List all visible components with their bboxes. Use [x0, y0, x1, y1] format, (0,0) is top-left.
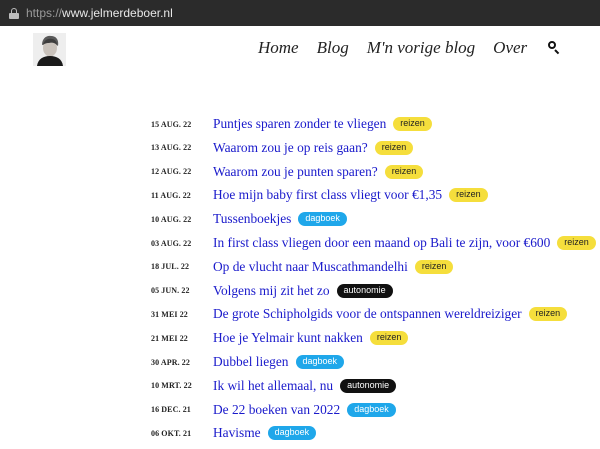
post-date: 21 MEI 22: [151, 333, 188, 343]
post-date: 18 JUL. 22: [151, 262, 190, 272]
tag-dagboek[interactable]: dagboek: [267, 426, 317, 441]
tag-autonomie[interactable]: autonomie: [336, 283, 393, 298]
post-title[interactable]: Waarom zou je punten sparen?: [213, 164, 378, 179]
tag-dagboek[interactable]: dagboek: [347, 402, 396, 417]
post-date: 15 AUG. 22: [151, 119, 192, 129]
tag-reizen[interactable]: reizen: [369, 331, 409, 346]
post-title[interactable]: Hoe je Yelmair kunt nakken: [213, 330, 363, 345]
avatar[interactable]: [33, 33, 66, 66]
search-icon[interactable]: [547, 40, 563, 56]
post-title[interactable]: De grote Schipholgids voor de ontspannen…: [213, 306, 522, 321]
post-date: 31 MEI 22: [151, 309, 188, 319]
tag-autonomie[interactable]: autonomie: [340, 378, 397, 393]
browser-address-bar[interactable]: https:// www.jelmerdeboer.nl: [0, 0, 600, 26]
post-date: 11 AUG. 22: [151, 190, 191, 200]
post-date: 30 APR. 22: [151, 357, 190, 367]
post-title[interactable]: Hoe mijn baby first class vliegt voor €1…: [213, 187, 442, 202]
tag-reizen[interactable]: reizen: [449, 188, 488, 203]
nav-home[interactable]: Home: [258, 38, 299, 58]
url-scheme: https://: [26, 6, 63, 20]
post-date: 10 MRT. 22: [151, 381, 192, 391]
post-title[interactable]: Puntjes sparen zonder te vliegen: [213, 116, 386, 131]
post-title[interactable]: Volgens mij zit het zo: [213, 283, 330, 298]
post-title[interactable]: Waarom zou je op reis gaan?: [213, 140, 368, 155]
lock-icon: [9, 7, 19, 19]
post-title[interactable]: Op de vlucht naar Muscathmandelhi: [213, 259, 408, 274]
post-date: 03 AUG. 22: [151, 238, 192, 248]
post-title[interactable]: De 22 boeken van 2022: [213, 402, 340, 417]
tag-reizen[interactable]: reizen: [393, 117, 432, 131]
post-date: 12 AUG. 22: [151, 167, 192, 177]
nav-blog[interactable]: Blog: [317, 38, 349, 58]
post-title[interactable]: In first class vliegen door een maand op…: [213, 235, 550, 250]
main-nav: Home Blog M'n vorige blog Over: [258, 38, 563, 58]
tag-reizen[interactable]: reizen: [374, 140, 414, 155]
post-title[interactable]: Ik wil het allemaal, nu: [213, 378, 333, 393]
post-title[interactable]: Dubbel liegen: [213, 354, 289, 369]
post-date: 06 OKT. 21: [151, 428, 192, 438]
site-header: Home Blog M'n vorige blog Over: [0, 26, 600, 76]
post-date: 10 AUG. 22: [151, 214, 192, 224]
nav-over[interactable]: Over: [493, 38, 527, 58]
post-title[interactable]: Tussenboekjes: [213, 211, 291, 226]
tag-reizen[interactable]: reizen: [414, 259, 454, 274]
tag-dagboek[interactable]: dagboek: [298, 212, 347, 227]
post-date: 13 AUG. 22: [151, 143, 192, 153]
url-host: www.jelmerdeboer.nl: [62, 6, 173, 20]
tag-reizen[interactable]: reizen: [384, 164, 424, 179]
post-title[interactable]: Havisme: [213, 425, 261, 440]
tag-reizen[interactable]: reizen: [528, 307, 568, 322]
avatar-portrait: [33, 33, 66, 66]
post-date: 05 JUN. 22: [151, 286, 190, 296]
tag-reizen[interactable]: reizen: [557, 236, 596, 250]
nav-vorige-blog[interactable]: M'n vorige blog: [367, 38, 475, 58]
post-date: 16 DEC. 21: [151, 405, 191, 415]
tag-dagboek[interactable]: dagboek: [295, 355, 345, 369]
